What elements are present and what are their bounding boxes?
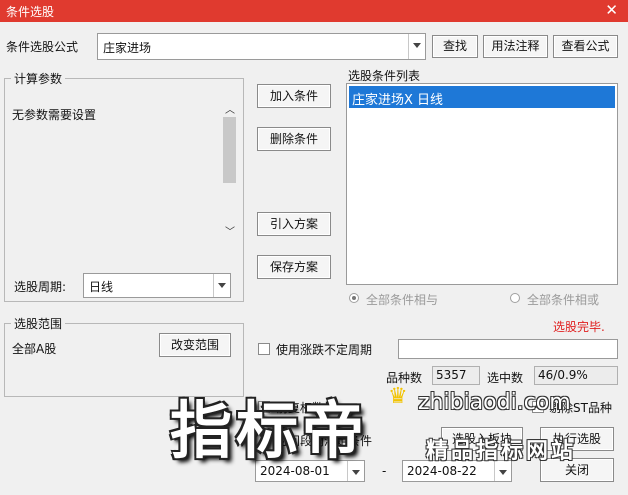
conditions-list[interactable]: 庄家进场X 日线 [346,83,618,285]
params-scrollbar[interactable]: ︿ ﹀ [221,99,238,242]
date-to-value: 2024-08-22 [407,464,477,478]
selected-value: 46/0.9% [534,366,618,385]
scroll-up-icon[interactable]: ︿ [225,101,235,116]
watermark-url: zhibiaodi.com [418,390,571,415]
formula-dropdown[interactable]: 庄家进场 [97,33,426,60]
chevron-down-icon[interactable] [408,34,425,59]
period-value: 日线 [89,280,114,294]
date-dash: - [382,464,387,478]
watermark-main: 指标帝 [170,394,369,467]
params-text: 无参数需要设置 [12,108,97,122]
title-bar: 条件选股 ✕ [0,0,628,22]
import-scheme-button[interactable]: 引入方案 [257,212,331,236]
status-text: 选股完毕. [553,320,605,334]
variable-period-label: 使用涨跌不定周期 [276,343,373,357]
list-item-label: 庄家进场X 日线 [352,93,444,108]
variable-period-checkbox[interactable] [258,343,270,355]
add-condition-button[interactable]: 加入条件 [257,84,331,108]
period-dropdown[interactable]: 日线 [83,273,231,298]
usage-button[interactable]: 用法注释 [483,35,548,58]
formula-value: 庄家进场 [103,41,152,55]
selected-label: 选中数 [487,371,524,385]
radio-and[interactable] [349,293,359,303]
find-button[interactable]: 查找 [432,35,478,58]
window-title: 条件选股 [6,5,55,19]
scroll-down-icon[interactable]: ﹀ [225,223,235,238]
crown-icon: ♛ [388,384,408,409]
chevron-down-icon[interactable] [213,274,230,297]
scope-value: 全部A股 [12,342,57,356]
formula-label: 条件选股公式 [6,40,79,54]
radio-or-label: 全部条件相或 [527,293,600,307]
radio-and-label: 全部条件相与 [366,293,439,307]
list-item[interactable]: 庄家进场X 日线 [349,86,615,108]
count-value: 5357 [432,366,480,385]
scrollbar-thumb[interactable] [223,117,236,183]
variable-period-input[interactable] [398,339,618,359]
scope-title: 选股范围 [11,315,66,332]
change-scope-button[interactable]: 改变范围 [159,333,231,357]
conditions-title: 选股条件列表 [348,69,421,83]
close-icon[interactable]: ✕ [605,1,618,19]
radio-or[interactable] [510,293,520,303]
view-formula-button[interactable]: 查看公式 [553,35,618,58]
period-label: 选股周期: [14,280,67,294]
params-title: 计算参数 [11,70,66,87]
watermark-slogan: 精品指标网站 [426,439,577,464]
save-scheme-button[interactable]: 保存方案 [257,255,331,279]
delete-condition-button[interactable]: 删除条件 [257,127,331,151]
